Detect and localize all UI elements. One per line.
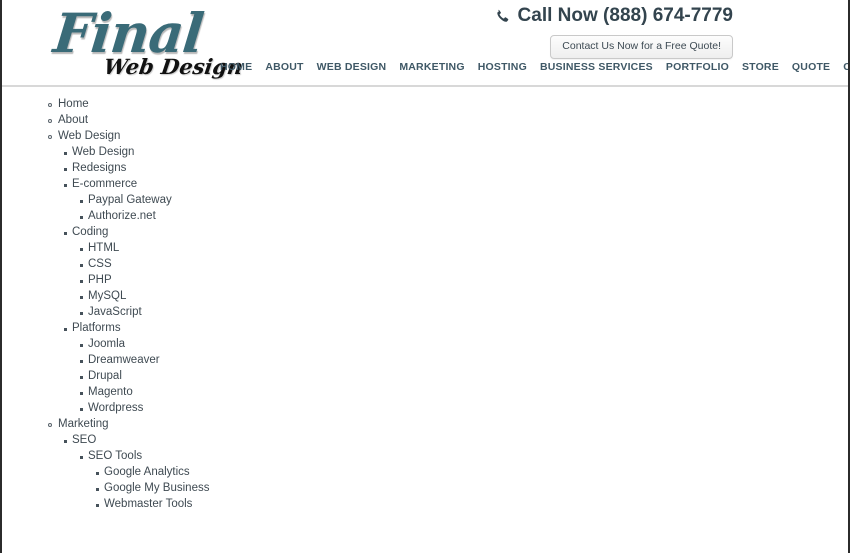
sitemap-node[interactable]: Drupal: [0, 368, 850, 384]
bullet-square-icon: [64, 440, 67, 443]
sitemap-node[interactable]: Web Design: [0, 144, 850, 160]
site-logo[interactable]: Final Web Design: [46, 1, 245, 82]
sitemap-node[interactable]: Dreamweaver: [0, 352, 850, 368]
bullet-square-icon: [64, 232, 67, 235]
bullet-square-icon: [80, 296, 83, 299]
nav-item-quote[interactable]: QUOTE: [792, 61, 843, 73]
sitemap-node-label: SEO: [72, 434, 97, 446]
sitemap-node[interactable]: Home: [0, 96, 850, 112]
sitemap-node[interactable]: JavaScript: [0, 304, 850, 320]
nav-item-business-services[interactable]: BUSINESS SERVICES: [540, 61, 666, 73]
sitemap-node-label: E-commerce: [72, 178, 138, 190]
sitemap-node[interactable]: Joomla: [0, 336, 850, 352]
page-frame-left-border: [0, 0, 2, 553]
bullet-square-icon: [80, 344, 83, 347]
nav-item-about[interactable]: ABOUT: [265, 61, 316, 73]
sitemap-node-label: Platforms: [72, 322, 121, 334]
sitemap-node-label: CSS: [88, 258, 112, 270]
sitemap-node-label: Redesigns: [72, 162, 127, 174]
sitemap-node[interactable]: E-commerce: [0, 176, 850, 192]
sitemap-node[interactable]: Wordpress: [0, 400, 850, 416]
sitemap-node-label: JavaScript: [88, 306, 142, 318]
bullet-square-icon: [80, 408, 83, 411]
header-bottom-divider: [0, 85, 850, 87]
sitemap-node-label: Wordpress: [88, 402, 144, 414]
phone-icon: [495, 9, 510, 24]
bullet-square-icon: [64, 328, 67, 331]
page-root: Final Web Design Call Now (888) 674-7779…: [0, 0, 850, 553]
nav-item-store[interactable]: STORE: [742, 61, 792, 73]
bullet-circle-icon: [48, 423, 52, 427]
sitemap-node-label: Joomla: [88, 338, 126, 350]
bullet-square-icon: [64, 168, 67, 171]
bullet-square-icon: [80, 200, 83, 203]
bullet-square-icon: [80, 216, 83, 219]
bullet-circle-icon: [48, 103, 52, 107]
sitemap-node[interactable]: About: [0, 112, 850, 128]
bullet-square-icon: [80, 264, 83, 267]
sitemap-node[interactable]: Marketing: [0, 416, 850, 432]
nav-item-web-design[interactable]: WEB DESIGN: [317, 61, 400, 73]
nav-item-home[interactable]: HOME: [220, 61, 265, 73]
bullet-square-icon: [80, 392, 83, 395]
bullet-square-icon: [80, 280, 83, 283]
sitemap-node[interactable]: Paypal Gateway: [0, 192, 850, 208]
sitemap-node[interactable]: Web Design: [0, 128, 850, 144]
sitemap-node[interactable]: Google My Business: [0, 480, 850, 496]
sitemap-node[interactable]: HTML: [0, 240, 850, 256]
nav-item-marketing[interactable]: MARKETING: [399, 61, 477, 73]
bullet-square-icon: [96, 472, 99, 475]
sitemap-node-label: Paypal Gateway: [88, 194, 172, 206]
sitemap-node-label: Home: [58, 98, 89, 110]
sitemap-node-label: SEO Tools: [88, 450, 143, 462]
sitemap-top-spacer: [0, 88, 850, 96]
sitemap-node-label: PHP: [88, 274, 112, 286]
sitemap-node[interactable]: MySQL: [0, 288, 850, 304]
sitemap-node-label: Dreamweaver: [88, 354, 160, 366]
sitemap-node[interactable]: SEO Tools: [0, 448, 850, 464]
sitemap-node-label: HTML: [88, 242, 120, 254]
sitemap-node-label: Google Analytics: [104, 466, 190, 478]
main-navigation: HOME ABOUT WEB DESIGN MARKETING HOSTING …: [220, 61, 850, 73]
nav-item-hosting[interactable]: HOSTING: [478, 61, 540, 73]
call-now-text: Call Now (888) 674-7779: [517, 5, 733, 26]
site-header: Final Web Design Call Now (888) 674-7779…: [0, 0, 850, 87]
sitemap-node[interactable]: Redesigns: [0, 160, 850, 176]
sitemap-tree: Home About Web Design Web Design Redesigns E-…: [0, 88, 850, 553]
sitemap-node[interactable]: Magento: [0, 384, 850, 400]
sitemap-node-label: MySQL: [88, 290, 127, 302]
bullet-square-icon: [80, 456, 83, 459]
sitemap-node[interactable]: PHP: [0, 272, 850, 288]
bullet-square-icon: [96, 504, 99, 507]
sitemap-node[interactable]: Coding: [0, 224, 850, 240]
sitemap-node[interactable]: Authorize.net: [0, 208, 850, 224]
bullet-square-icon: [80, 312, 83, 315]
sitemap-node[interactable]: Webmaster Tools: [0, 496, 850, 512]
bullet-circle-icon: [48, 135, 52, 139]
sitemap-node-label: Webmaster Tools: [104, 498, 193, 510]
sitemap-node-label: Web Design: [58, 130, 121, 142]
bullet-circle-icon: [48, 119, 52, 123]
sitemap-node[interactable]: CSS: [0, 256, 850, 272]
free-quote-button[interactable]: Contact Us Now for a Free Quote!: [550, 35, 733, 59]
bullet-square-icon: [64, 184, 67, 187]
sitemap-node-label: Drupal: [88, 370, 122, 382]
sitemap-node-label: Authorize.net: [88, 210, 156, 222]
bullet-square-icon: [80, 360, 83, 363]
bullet-square-icon: [64, 152, 67, 155]
sitemap-node-label: Coding: [72, 226, 109, 238]
sitemap-node-label: Web Design: [72, 146, 135, 158]
sitemap-node-label: Google My Business: [104, 482, 210, 494]
sitemap-node[interactable]: Google Analytics: [0, 464, 850, 480]
sitemap-node-label: Marketing: [58, 418, 109, 430]
bullet-square-icon: [96, 488, 99, 491]
call-now-block[interactable]: Call Now (888) 674-7779: [495, 5, 733, 27]
sitemap-node[interactable]: Platforms: [0, 320, 850, 336]
sitemap-node[interactable]: SEO: [0, 432, 850, 448]
sitemap-node-label: Magento: [88, 386, 133, 398]
bullet-square-icon: [80, 248, 83, 251]
bullet-square-icon: [80, 376, 83, 379]
nav-item-portfolio[interactable]: PORTFOLIO: [666, 61, 742, 73]
sitemap-node-label: About: [58, 114, 89, 126]
